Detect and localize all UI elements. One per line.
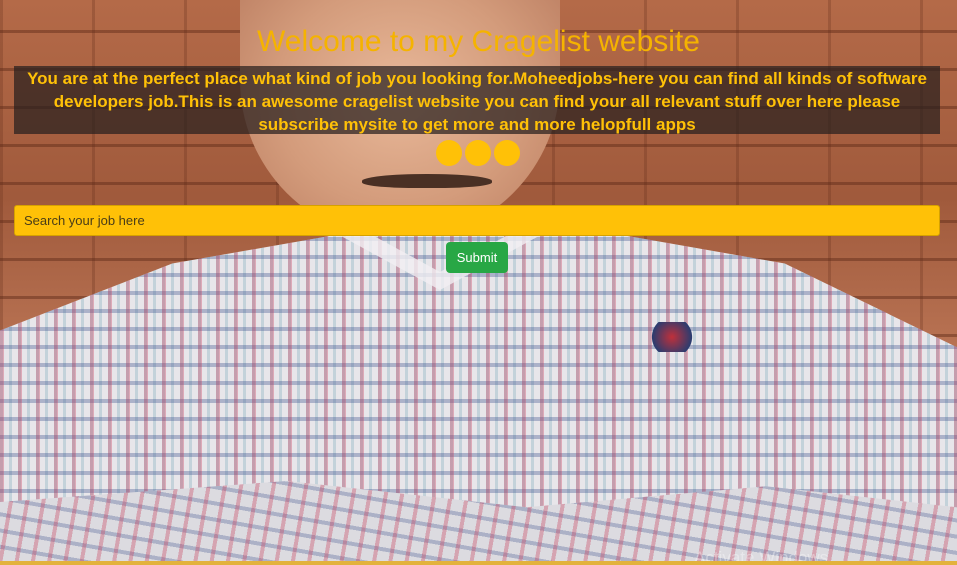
slider-dot-1[interactable] <box>436 140 462 166</box>
job-search-input[interactable] <box>14 205 940 236</box>
page-title: Welcome to my Cragelist website <box>257 25 700 58</box>
slider-dots <box>436 140 520 166</box>
slider-dot-3[interactable] <box>494 140 520 166</box>
intro-text: You are at the perfect place what kind o… <box>14 66 940 134</box>
slider-dot-2[interactable] <box>465 140 491 166</box>
shirt-emblem <box>648 322 696 352</box>
submit-button[interactable]: Submit <box>446 242 508 273</box>
bottom-border <box>0 561 957 565</box>
photo-moustache <box>362 174 492 188</box>
